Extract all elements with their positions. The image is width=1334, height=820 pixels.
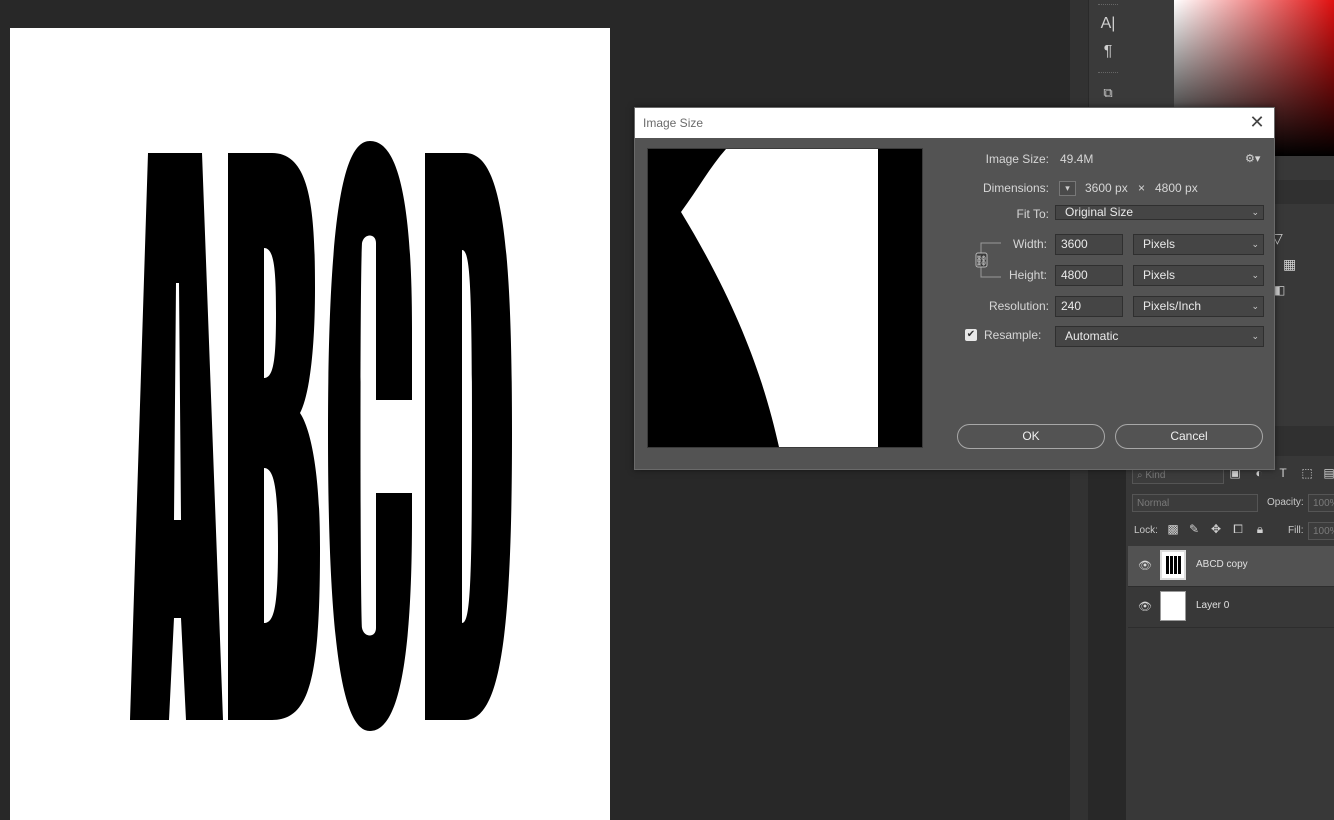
letter-b-shape (228, 153, 320, 720)
paragraph-panel-icon[interactable]: ¶ (1097, 41, 1119, 63)
dimensions-width: 3600 px (1085, 181, 1128, 195)
letter-c-shape (328, 141, 412, 731)
resolution-unit-value: Pixels/Inch (1143, 299, 1202, 313)
image-preview[interactable] (647, 148, 923, 448)
layer-thumbnail (1160, 550, 1186, 580)
resample-method-value: Automatic (1065, 329, 1119, 343)
search-icon: ⌕ (1137, 470, 1143, 481)
abcd-artwork (130, 141, 512, 731)
ok-button[interactable]: OK (957, 424, 1105, 449)
chevron-down-icon: ⌄ (1251, 207, 1259, 217)
lock-artboard-icon[interactable]: ⧠ (1231, 522, 1245, 537)
height-label: Height: (1008, 268, 1047, 282)
chevron-down-icon: ⌄ (1251, 270, 1259, 280)
filter-type-icon[interactable]: T (1276, 466, 1290, 480)
letter-a-shape (130, 153, 223, 720)
lock-all-icon[interactable]: 🔒︎ (1253, 522, 1267, 537)
image-size-dialog: Image Size ✕ Image Size: 49.4M ⚙▾ Dimens… (634, 107, 1275, 470)
panel-grip[interactable] (1098, 4, 1118, 8)
layer-row-layer-0[interactable]: 👁︎ Layer 0 (1128, 587, 1334, 628)
dimensions-label: Dimensions: (982, 181, 1049, 195)
clone-source-icon[interactable]: ⧉ (1097, 82, 1119, 104)
resample-label: Resample: (984, 328, 1042, 342)
document-canvas[interactable] (10, 28, 610, 820)
dimensions-times: × (1138, 181, 1146, 195)
opacity-input[interactable]: 100% (1308, 494, 1334, 512)
lock-image-brush-icon[interactable]: ✎ (1187, 522, 1201, 536)
solid-color-icon[interactable]: ◧ (1274, 283, 1285, 297)
layers-panel: ⌕ Kind ▣ ◐ T ⬚ ▤ Normal Opacity: 100% Lo… (1126, 426, 1334, 820)
grid-icon[interactable]: ▦ (1283, 256, 1296, 273)
visibility-eye-icon[interactable]: 👁︎ (1138, 600, 1152, 614)
layer-thumbnail (1160, 591, 1186, 621)
character-panel-icon[interactable]: A| (1097, 13, 1119, 35)
resample-checkbox[interactable]: ✔ (965, 329, 977, 341)
chevron-down-icon: ⌄ (1251, 239, 1259, 249)
resample-method-select[interactable]: Automatic ⌄ (1055, 326, 1264, 347)
close-icon[interactable]: ✕ (1248, 113, 1266, 131)
layer-name[interactable]: Layer 0 (1196, 600, 1229, 611)
visibility-eye-icon[interactable]: 👁︎ (1138, 559, 1152, 573)
lock-label: Lock: (1134, 525, 1158, 536)
resolution-label: Resolution: (988, 299, 1049, 313)
chevron-down-icon: ⌄ (1251, 301, 1259, 311)
fit-to-value: Original Size (1065, 205, 1134, 219)
lock-position-icon[interactable]: ✥ (1209, 522, 1223, 536)
height-unit-value: Pixels (1143, 268, 1176, 282)
fill-label: Fill: (1288, 525, 1304, 536)
layer-thumbnail-art (1166, 556, 1181, 574)
cancel-button[interactable]: Cancel (1115, 424, 1263, 449)
layer-row-abcd-copy[interactable]: 👁︎ ABCD copy (1128, 546, 1334, 587)
dimensions-height: 4800 px (1155, 181, 1198, 195)
dimensions-unit-chevron-icon[interactable]: ▾ (1059, 181, 1076, 196)
fit-to-label: Fit To: (1016, 207, 1049, 221)
dialog-title: Image Size (643, 116, 704, 130)
height-input[interactable]: 4800 (1055, 265, 1123, 286)
chevron-down-icon: ⌄ (1251, 331, 1259, 341)
fill-input[interactable]: 100% (1308, 522, 1334, 540)
lock-transparent-icon[interactable]: ▩ (1166, 522, 1180, 536)
image-size-label: Image Size: (985, 152, 1049, 166)
width-label: Width: (1012, 237, 1047, 251)
height-unit-select[interactable]: Pixels ⌄ (1133, 265, 1264, 286)
width-input[interactable]: 3600 (1055, 234, 1123, 255)
fit-to-select[interactable]: Original Size ⌄ (1055, 205, 1264, 220)
letter-d-shape (425, 153, 512, 720)
resolution-input[interactable]: 240 (1055, 296, 1123, 317)
collapsed-panel-column: A| ¶ ⧉ (1088, 0, 1128, 112)
image-size-value: 49.4M (1060, 152, 1094, 166)
dialog-titlebar[interactable]: Image Size ✕ (635, 108, 1274, 138)
link-chain-icon: ⛓ (975, 255, 988, 267)
blend-mode-select[interactable]: Normal (1132, 494, 1258, 512)
opacity-label: Opacity: (1267, 497, 1304, 508)
width-unit-value: Pixels (1143, 237, 1176, 251)
panel-grip[interactable] (1098, 72, 1118, 76)
settings-gear-icon[interactable]: ⚙▾ (1245, 152, 1260, 165)
filter-shape-icon[interactable]: ⬚ (1300, 466, 1314, 480)
layer-name[interactable]: ABCD copy (1196, 559, 1248, 570)
filter-kind-label: Kind (1145, 470, 1166, 481)
filter-smart-object-icon[interactable]: ▤ (1322, 466, 1334, 480)
width-unit-select[interactable]: Pixels ⌄ (1133, 234, 1264, 255)
preview-zoomed-art (681, 149, 878, 447)
resolution-unit-select[interactable]: Pixels/Inch ⌄ (1133, 296, 1264, 317)
